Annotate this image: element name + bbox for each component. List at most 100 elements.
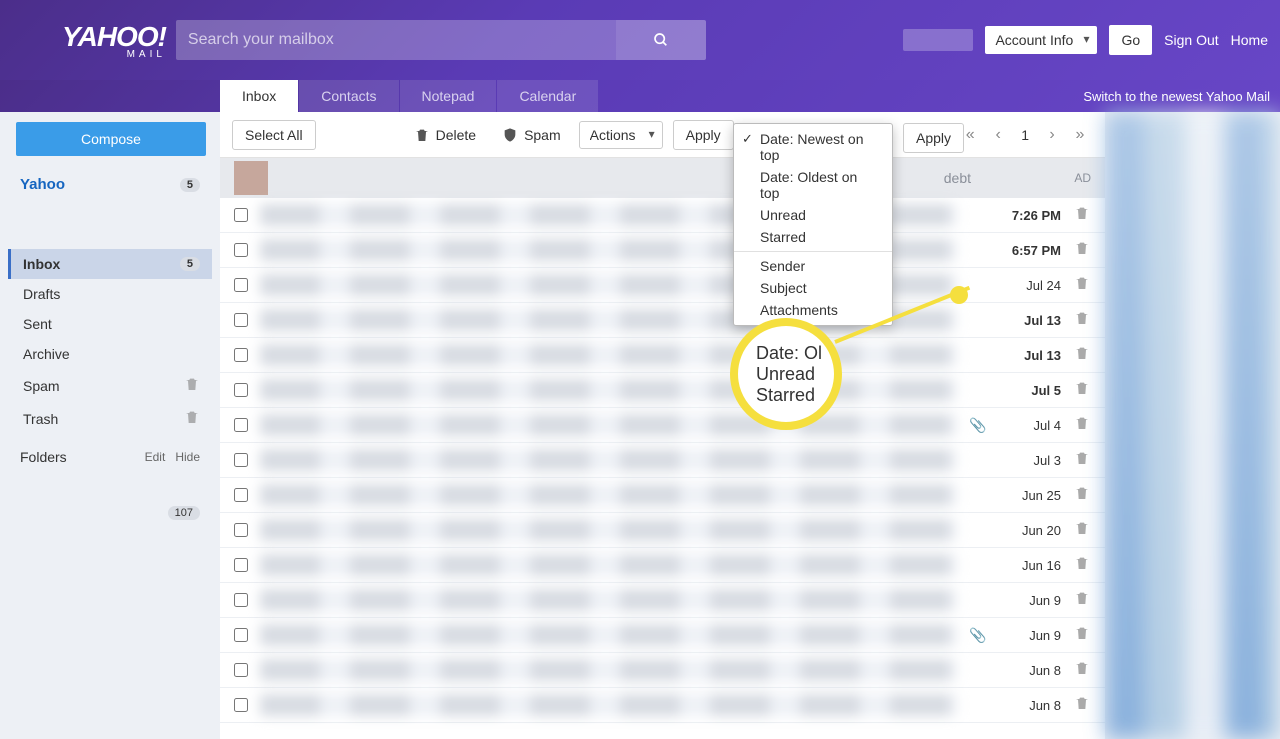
message-date: Jul 3 bbox=[997, 453, 1061, 468]
sort-option[interactable]: Subject bbox=[734, 277, 892, 299]
folders-hide[interactable]: Hide bbox=[175, 450, 200, 464]
trash-icon[interactable] bbox=[184, 376, 200, 395]
folder-item[interactable] bbox=[8, 471, 212, 499]
home-link[interactable]: Home bbox=[1231, 32, 1268, 48]
message-checkbox[interactable] bbox=[234, 628, 248, 642]
trash-icon[interactable] bbox=[1073, 205, 1091, 226]
message-checkbox[interactable] bbox=[234, 558, 248, 572]
switch-newest-link[interactable]: Switch to the newest Yahoo Mail bbox=[1083, 80, 1270, 112]
trash-icon[interactable] bbox=[1073, 310, 1091, 331]
message-checkbox[interactable] bbox=[234, 348, 248, 362]
tab-contacts[interactable]: Contacts bbox=[299, 80, 398, 112]
trash-icon[interactable] bbox=[1073, 380, 1091, 401]
message-checkbox[interactable] bbox=[234, 208, 248, 222]
sidebar-item-archive[interactable]: Archive bbox=[8, 339, 212, 369]
sort-option[interactable]: Starred bbox=[734, 226, 892, 248]
sort-dropdown: Date: Newest on topDate: Oldest on topUn… bbox=[733, 123, 893, 326]
sidebar-item-sent[interactable]: Sent bbox=[8, 309, 212, 339]
trash-icon[interactable] bbox=[1073, 415, 1091, 436]
sidebar-item-spam[interactable]: Spam bbox=[8, 369, 212, 402]
logo-subtext: MAIL bbox=[62, 49, 166, 60]
search-input[interactable] bbox=[176, 20, 616, 60]
redacted-block bbox=[20, 205, 200, 235]
sort-option[interactable]: Unread bbox=[734, 204, 892, 226]
message-checkbox[interactable] bbox=[234, 453, 248, 467]
message-checkbox[interactable] bbox=[234, 418, 248, 432]
sort-apply-button[interactable]: Apply bbox=[903, 123, 964, 153]
sidebar-item-drafts[interactable]: Drafts bbox=[8, 279, 212, 309]
message-content-redacted bbox=[260, 589, 957, 611]
select-all-button[interactable]: Select All bbox=[232, 120, 316, 150]
sidebar: Compose Yahoo 5 Inbox5Drafts Sent Archive S… bbox=[0, 112, 220, 739]
sort-option[interactable]: Attachments bbox=[734, 299, 892, 321]
message-row[interactable]: Jul 24 bbox=[220, 268, 1105, 303]
search-button[interactable] bbox=[616, 20, 706, 60]
message-checkbox[interactable] bbox=[234, 278, 248, 292]
sidebar-item-inbox[interactable]: Inbox5 bbox=[8, 249, 212, 279]
sort-option[interactable]: Sender bbox=[734, 255, 892, 277]
message-checkbox[interactable] bbox=[234, 698, 248, 712]
message-row[interactable]: Jun 25 bbox=[220, 478, 1105, 513]
trash-icon[interactable] bbox=[184, 409, 200, 428]
trash-icon[interactable] bbox=[1073, 625, 1091, 646]
message-checkbox[interactable] bbox=[234, 523, 248, 537]
tab-notepad[interactable]: Notepad bbox=[400, 80, 497, 112]
page-prev[interactable]: ‹ bbox=[985, 122, 1011, 148]
message-date: Jul 4 bbox=[997, 418, 1061, 433]
message-checkbox[interactable] bbox=[234, 488, 248, 502]
trash-icon[interactable] bbox=[1073, 485, 1091, 506]
account-info-select[interactable]: Account Info bbox=[985, 26, 1097, 54]
tab-inbox[interactable]: Inbox bbox=[220, 80, 298, 112]
go-button[interactable]: Go bbox=[1109, 25, 1152, 55]
message-row[interactable]: Jun 20 bbox=[220, 513, 1105, 548]
sort-option[interactable]: Date: Oldest on top bbox=[734, 166, 892, 204]
message-checkbox[interactable] bbox=[234, 383, 248, 397]
account-row[interactable]: Yahoo 5 bbox=[8, 170, 212, 199]
sidebar-item-label: Spam bbox=[23, 378, 60, 394]
page-number: 1 bbox=[1013, 127, 1037, 143]
message-row[interactable]: 6:57 PM bbox=[220, 233, 1105, 268]
trash-icon[interactable] bbox=[1073, 275, 1091, 296]
delete-button[interactable]: Delete bbox=[406, 121, 484, 149]
sidebar-item-trash[interactable]: Trash bbox=[8, 402, 212, 435]
actions-select[interactable]: Actions bbox=[579, 121, 663, 149]
message-checkbox[interactable] bbox=[234, 243, 248, 257]
yahoo-logo[interactable]: YAHOO! MAIL bbox=[62, 21, 166, 60]
message-checkbox[interactable] bbox=[234, 313, 248, 327]
message-date: 6:57 PM bbox=[997, 243, 1061, 258]
tab-calendar[interactable]: Calendar bbox=[497, 80, 598, 112]
message-checkbox[interactable] bbox=[234, 663, 248, 677]
page-next[interactable]: › bbox=[1039, 122, 1065, 148]
trash-icon[interactable] bbox=[1073, 695, 1091, 716]
pagination: « ‹ 1 › » bbox=[957, 122, 1093, 148]
message-checkbox[interactable] bbox=[234, 593, 248, 607]
message-row[interactable]: Jun 8 bbox=[220, 653, 1105, 688]
message-row[interactable]: Jul 5 bbox=[220, 373, 1105, 408]
trash-icon[interactable] bbox=[1073, 240, 1091, 261]
message-row[interactable]: 📎Jul 4 bbox=[220, 408, 1105, 443]
trash-icon[interactable] bbox=[1073, 555, 1091, 576]
compose-button[interactable]: Compose bbox=[16, 122, 206, 156]
message-row[interactable]: Jun 8 bbox=[220, 688, 1105, 723]
folders-edit[interactable]: Edit bbox=[145, 450, 166, 464]
folder-item[interactable]: 107 bbox=[8, 499, 212, 527]
message-row[interactable]: Jun 9 bbox=[220, 583, 1105, 618]
message-row[interactable]: Jul 13 bbox=[220, 303, 1105, 338]
ad-row[interactable]: debt AD bbox=[220, 158, 1105, 198]
trash-icon[interactable] bbox=[1073, 450, 1091, 471]
message-row[interactable]: Jul 3 bbox=[220, 443, 1105, 478]
apply-button[interactable]: Apply bbox=[673, 120, 734, 150]
sidebar-item-label: Sent bbox=[23, 316, 52, 332]
message-row[interactable]: Jul 13 bbox=[220, 338, 1105, 373]
sort-option[interactable]: Date: Newest on top bbox=[734, 128, 892, 166]
trash-icon[interactable] bbox=[1073, 590, 1091, 611]
message-row[interactable]: Jun 16 bbox=[220, 548, 1105, 583]
trash-icon[interactable] bbox=[1073, 345, 1091, 366]
spam-button[interactable]: Spam bbox=[494, 121, 569, 149]
message-row[interactable]: 📎Jun 9 bbox=[220, 618, 1105, 653]
page-last[interactable]: » bbox=[1067, 122, 1093, 148]
message-row[interactable]: 7:26 PM bbox=[220, 198, 1105, 233]
sign-out-link[interactable]: Sign Out bbox=[1164, 32, 1218, 48]
trash-icon[interactable] bbox=[1073, 660, 1091, 681]
trash-icon[interactable] bbox=[1073, 520, 1091, 541]
